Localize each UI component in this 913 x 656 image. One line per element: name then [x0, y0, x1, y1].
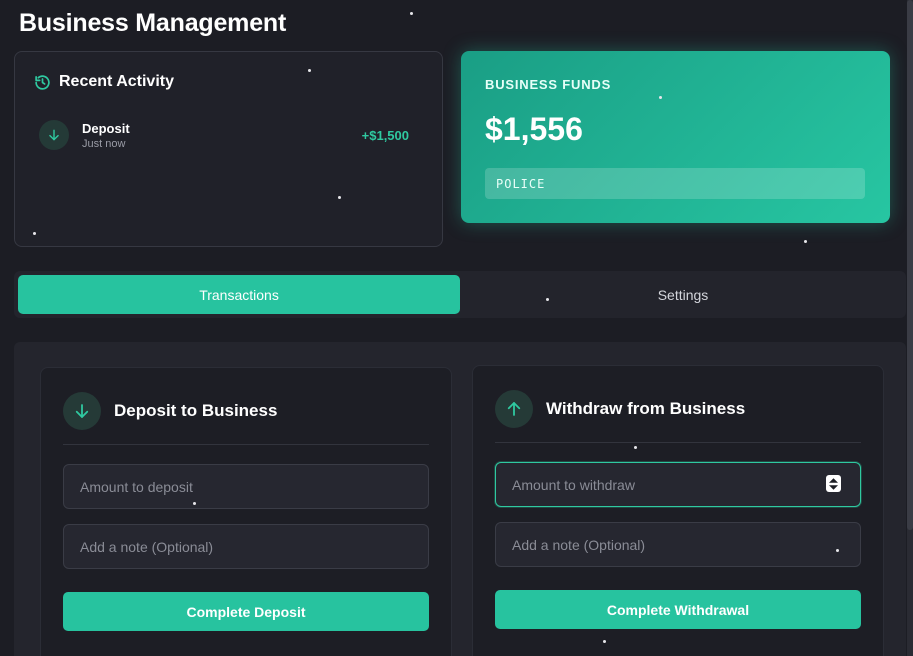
deposit-amount-input[interactable] — [63, 464, 429, 509]
particle — [836, 549, 839, 552]
particle — [603, 640, 606, 643]
recent-activity-title: Recent Activity — [59, 73, 174, 90]
number-spinner-icon[interactable] — [826, 475, 841, 492]
arrow-up-icon — [507, 402, 521, 416]
activity-type: Deposit — [82, 121, 130, 136]
recent-activity-header: Recent Activity — [34, 73, 174, 91]
withdraw-header: Withdraw from Business — [495, 390, 745, 428]
deposit-title: Deposit to Business — [114, 401, 278, 420]
scrollbar[interactable] — [907, 0, 913, 656]
particle — [546, 298, 549, 301]
funds-label: BUSINESS FUNDS — [485, 77, 612, 92]
tab-bar: Transactions Settings — [14, 271, 906, 318]
complete-withdrawal-button[interactable]: Complete Withdrawal — [495, 590, 861, 629]
particle — [338, 196, 341, 199]
particle — [308, 69, 311, 72]
particle — [33, 232, 36, 235]
funds-amount: $1,556 — [485, 111, 583, 147]
withdraw-icon-wrap — [495, 390, 533, 428]
activity-amount: +$1,500 — [361, 128, 409, 143]
activity-item: Deposit Just now +$1,500 — [39, 118, 409, 152]
scrollbar-thumb[interactable] — [907, 0, 913, 530]
withdraw-form: Withdraw from Business Complete Withdraw… — [472, 365, 884, 656]
business-funds-card: BUSINESS FUNDS $1,556 POLICE — [461, 51, 890, 223]
tab-settings[interactable]: Settings — [462, 275, 904, 314]
arrow-down-icon — [49, 129, 59, 141]
arrow-down-icon — [75, 404, 89, 418]
withdraw-note-input[interactable] — [495, 522, 861, 567]
page-title: Business Management — [19, 9, 287, 37]
recent-activity-card: Recent Activity Deposit Just now +$1,500 — [14, 51, 443, 247]
withdraw-title: Withdraw from Business — [546, 399, 746, 418]
particle — [634, 446, 637, 449]
history-icon — [35, 74, 50, 90]
divider — [495, 442, 861, 443]
particle — [193, 502, 196, 505]
particle — [804, 240, 807, 243]
business-name-badge: POLICE — [485, 168, 865, 199]
tab-transactions[interactable]: Transactions — [18, 275, 460, 314]
withdraw-amount-input[interactable] — [495, 462, 861, 507]
deposit-icon-wrap — [63, 392, 101, 430]
deposit-note-input[interactable] — [63, 524, 429, 569]
particle — [659, 96, 662, 99]
divider — [63, 444, 429, 445]
deposit-form: Deposit to Business Complete Deposit — [40, 367, 452, 656]
complete-deposit-button[interactable]: Complete Deposit — [63, 592, 429, 631]
activity-time: Just now — [82, 138, 126, 150]
activity-icon-wrap — [39, 120, 69, 150]
deposit-header: Deposit to Business — [63, 392, 277, 430]
particle — [410, 12, 413, 15]
